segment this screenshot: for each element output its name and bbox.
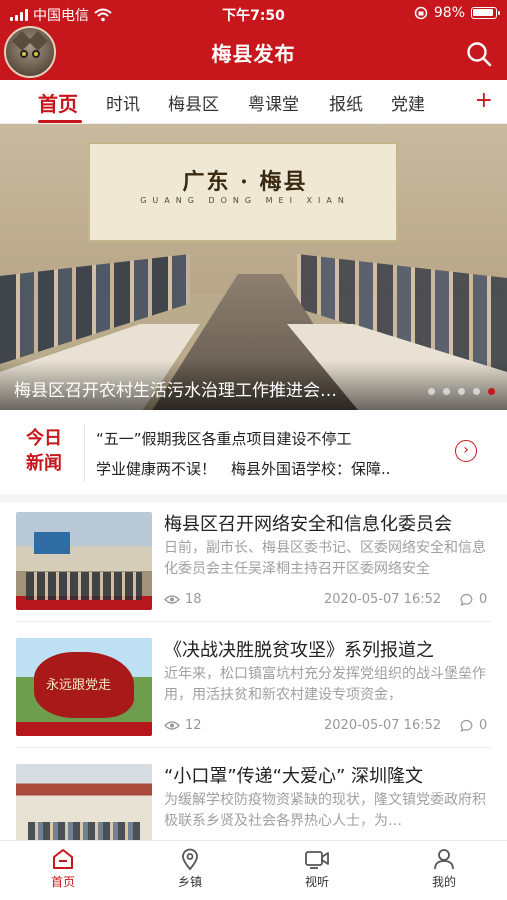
today-news-item[interactable]: 学业健康两不误！ 梅县外国语学校：保障.. bbox=[96, 458, 436, 479]
article-thumbnail bbox=[16, 512, 152, 610]
tab-meixian-district[interactable]: 梅县区 bbox=[168, 90, 219, 115]
add-channel-button[interactable]: + bbox=[475, 88, 493, 113]
today-news-item[interactable]: “五一”假期我区各重点项目建设不停工 bbox=[96, 428, 436, 449]
battery-percent: 98% bbox=[433, 5, 465, 21]
video-camera-icon bbox=[305, 851, 329, 869]
view-count: 18 bbox=[185, 592, 202, 607]
nav-video[interactable]: 视听 bbox=[277, 847, 357, 890]
tab-party-building[interactable]: 党建 bbox=[391, 90, 425, 115]
publish-date: 2020-05-07 16:52 bbox=[324, 718, 442, 733]
status-bar: 中国电信 下午7:50 98% bbox=[0, 0, 507, 28]
comment-count: 0 bbox=[479, 718, 488, 733]
article-item[interactable]: “小口罩”传递“大爱心” 深圳隆文 为缓解学校防疫物资紧缺的现状，隆文镇党委政府… bbox=[0, 754, 507, 840]
eye-icon bbox=[164, 595, 180, 604]
active-tab-indicator bbox=[38, 120, 82, 123]
chevron-right-icon[interactable]: › bbox=[455, 440, 477, 462]
article-title: 梅县区召开网络安全和信息化委员会 bbox=[164, 514, 452, 535]
search-icon[interactable] bbox=[465, 40, 493, 68]
meeting-room-sign: 广东 · 梅县 GUANG DONG MEI XIAN bbox=[88, 142, 398, 242]
carousel-caption[interactable]: 梅县区召开农村生活污水治理工作推进会… bbox=[14, 376, 434, 401]
tab-home[interactable]: 首页 bbox=[38, 88, 78, 117]
headline-carousel[interactable]: 广东 · 梅县 GUANG DONG MEI XIAN 梅县区召开农村生活污水治… bbox=[0, 124, 507, 410]
article-item[interactable]: 永远跟党走 《决战决胜脱贫攻坚》系列报道之 近年来，松口镇富坑村充分发挥党组织的… bbox=[0, 628, 507, 748]
tab-newspaper[interactable]: 报纸 bbox=[329, 90, 363, 115]
publish-date: 2020-05-07 16:52 bbox=[324, 592, 442, 607]
tab-classroom[interactable]: 粤课堂 bbox=[248, 90, 299, 115]
article-summary: 为缓解学校防疫物资紧缺的现状，隆文镇党委政府积极联系乡贤及社会各界热心人士，为… bbox=[164, 792, 486, 829]
channel-tabs: 首页 时讯 梅县区 粤课堂 报纸 党建 + bbox=[0, 80, 507, 124]
battery-icon bbox=[471, 7, 500, 19]
comment-count: 0 bbox=[479, 592, 488, 607]
article-summary: 日前，副市长、梅县区委书记、区委网络安全和信息化委员会主任吴泽桐主持召开区委网络… bbox=[164, 540, 486, 577]
article-thumbnail bbox=[16, 764, 152, 840]
location-pin-icon bbox=[182, 848, 198, 871]
app-header: 中国电信 下午7:50 98% 梅县发布 bbox=[0, 0, 507, 80]
bottom-nav: 首页 乡镇 视听 我的 bbox=[0, 840, 507, 900]
home-icon bbox=[53, 849, 73, 869]
tab-news-flash[interactable]: 时讯 bbox=[106, 90, 140, 115]
view-count: 12 bbox=[185, 718, 202, 733]
comment-icon bbox=[460, 719, 473, 732]
person-icon bbox=[434, 849, 454, 870]
comment-icon bbox=[460, 593, 473, 606]
article-title: “小口罩”传递“大爱心” 深圳隆文 bbox=[164, 766, 424, 787]
carousel-dots bbox=[428, 388, 495, 395]
article-thumbnail: 永远跟党走 bbox=[16, 638, 152, 736]
article-summary: 近年来，松口镇富坑村充分发挥党组织的战斗堡垒作用，用活扶贫和新农村建设专项资金， bbox=[164, 666, 486, 703]
eye-icon bbox=[164, 721, 180, 730]
page-title: 梅县发布 bbox=[211, 42, 296, 66]
article-item[interactable]: 梅县区召开网络安全和信息化委员会 日前，副市长、梅县区委书记、区委网络安全和信息… bbox=[0, 502, 507, 622]
nav-home[interactable]: 首页 bbox=[23, 847, 103, 890]
orientation-lock-icon bbox=[414, 6, 428, 20]
nav-mine[interactable]: 我的 bbox=[404, 847, 484, 890]
today-news-label: 今日 新闻 bbox=[26, 428, 62, 474]
article-title: 《决战决胜脱贫攻坚》系列报道之 bbox=[164, 640, 434, 661]
today-news: 今日 新闻 “五一”假期我区各重点项目建设不停工 学业健康两不误！ 梅县外国语学… bbox=[0, 410, 507, 494]
nav-towns[interactable]: 乡镇 bbox=[150, 847, 230, 890]
